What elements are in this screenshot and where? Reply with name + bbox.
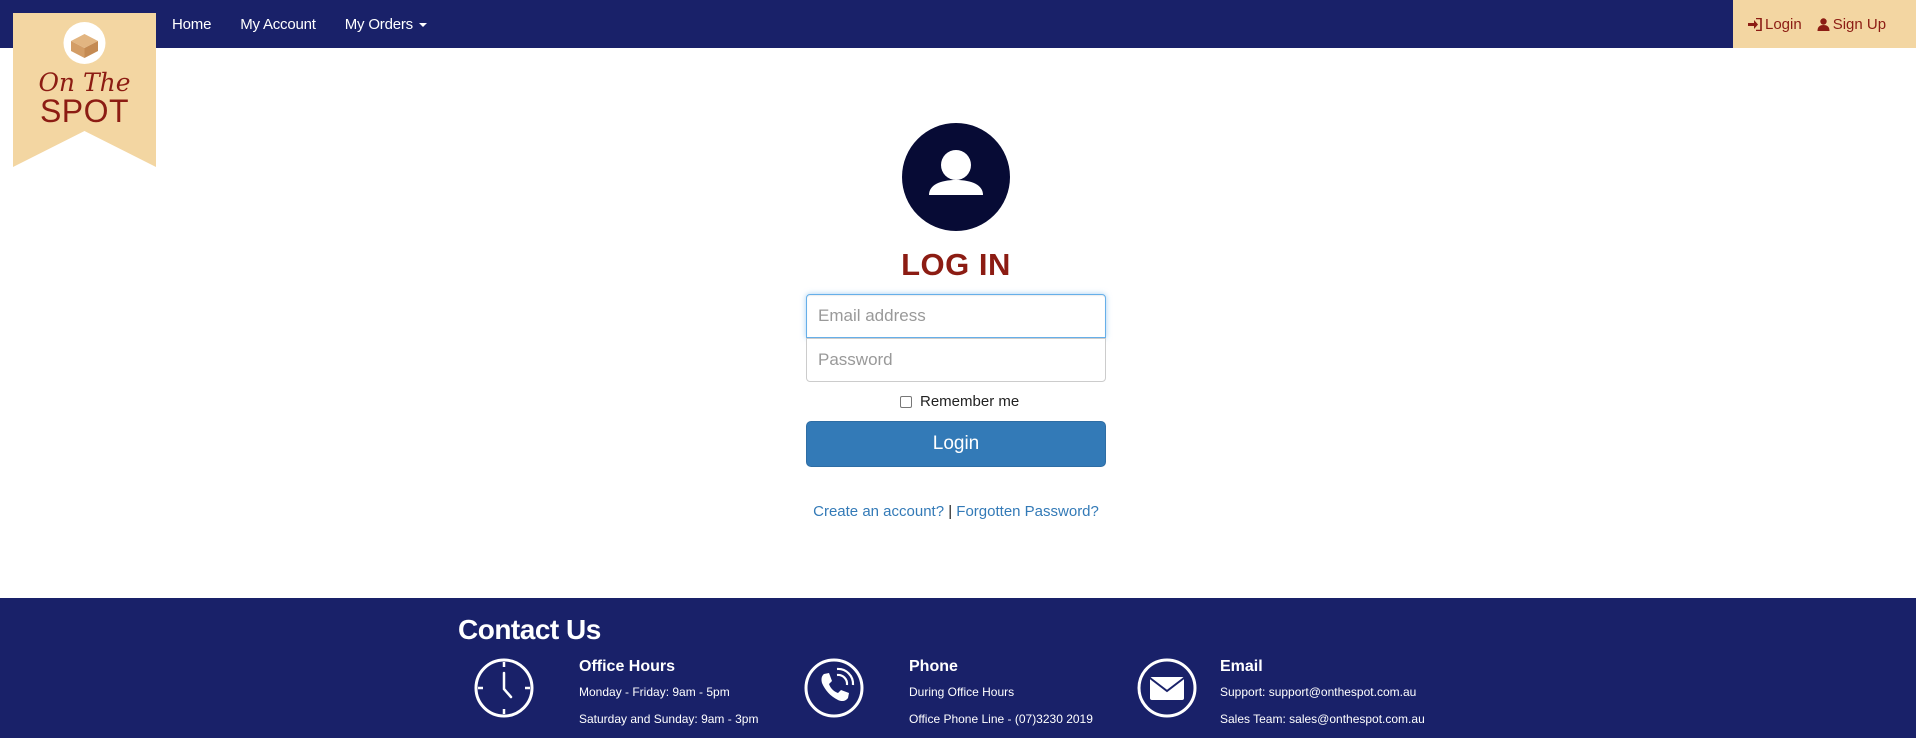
nav-home-link[interactable]: Home <box>172 16 211 33</box>
top-navbar: Home My Account My Orders Login Sign Up <box>0 0 1916 48</box>
login-button[interactable]: Login <box>806 421 1106 467</box>
footer: Contact Us Office Hours Monday - Friday:… <box>0 598 1916 738</box>
log-in-icon <box>1748 17 1762 31</box>
office-hours-heading: Office Hours <box>579 658 676 675</box>
links-separator: | <box>948 503 953 520</box>
auth-links: Create an account? | Forgotten Password? <box>806 503 1106 520</box>
remember-me-label: Remember me <box>920 393 1020 410</box>
nav-my-orders-dropdown[interactable]: My Orders <box>345 16 427 33</box>
footer-title: Contact Us <box>458 614 601 645</box>
nav-signup-link[interactable]: Sign Up <box>1817 16 1886 33</box>
page-title: LOG IN <box>901 247 1011 282</box>
nav-login-label: Login <box>1765 15 1802 33</box>
email-field[interactable] <box>806 294 1106 338</box>
clock-icon <box>474 658 534 718</box>
user-icon <box>1817 17 1830 31</box>
phone-line: Office Phone Line - (07)3230 2019 <box>909 712 1093 726</box>
nav-my-orders-label: My Orders <box>344 15 413 33</box>
nav-signup-label: Sign Up <box>1832 15 1887 33</box>
remember-me-row: Remember me <box>900 393 1019 410</box>
phone-icon <box>804 658 864 718</box>
envelope-icon <box>1137 658 1197 718</box>
logo-main-text: SPOT <box>39 93 130 129</box>
remember-me-checkbox[interactable] <box>900 395 912 408</box>
email-line: Sales Team: sales@onthespot.com.au <box>1220 712 1425 726</box>
forgot-password-link[interactable]: Forgotten Password? <box>956 503 1099 520</box>
phone-line: During Office Hours <box>909 685 1015 699</box>
email-line: Support: support@onthespot.com.au <box>1220 685 1417 699</box>
brand-logo[interactable]: On The SPOT <box>13 13 156 167</box>
password-field[interactable] <box>806 338 1106 382</box>
nav-login-link[interactable]: Login <box>1748 16 1802 33</box>
create-account-link[interactable]: Create an account? <box>813 503 944 520</box>
logo-script-text: On The <box>38 68 131 97</box>
nav-my-account-label: My Account <box>240 15 316 33</box>
email-heading: Email <box>1220 658 1263 675</box>
user-avatar-icon <box>929 150 983 195</box>
nav-home-label: Home <box>172 15 212 33</box>
office-hours-line: Saturday and Sunday: 9am - 3pm <box>579 712 759 726</box>
avatar <box>902 123 1010 231</box>
caret-down-icon <box>418 23 427 27</box>
main-nav: Home My Account My Orders <box>172 0 456 48</box>
auth-nav: Login Sign Up <box>1733 0 1916 48</box>
nav-my-account-link[interactable]: My Account <box>240 16 316 33</box>
login-button-label: Login <box>932 433 980 454</box>
phone-heading: Phone <box>909 658 958 675</box>
office-hours-line: Monday - Friday: 9am - 5pm <box>579 685 730 699</box>
